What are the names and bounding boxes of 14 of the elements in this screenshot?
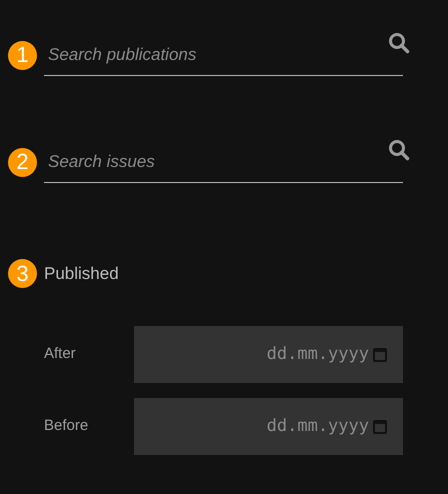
section-title: Published xyxy=(44,262,119,285)
search-field[interactable]: Search publications xyxy=(44,34,403,76)
date-field[interactable]: dd.mm.yyyy xyxy=(134,326,403,383)
date-placeholder: dd.mm.yyyy xyxy=(266,414,369,438)
step-badge: 3 xyxy=(8,259,37,288)
date-field[interactable]: dd.mm.yyyy xyxy=(134,398,403,455)
search-field[interactable]: Search issues xyxy=(44,141,403,183)
date-label: After xyxy=(44,344,77,364)
date-label: Before xyxy=(44,416,90,436)
search-icon[interactable] xyxy=(388,32,410,54)
step-badge: 1 xyxy=(8,40,37,70)
date-placeholder: dd.mm.yyyy xyxy=(266,342,369,366)
search-icon[interactable] xyxy=(388,139,410,161)
step-badge: 2 xyxy=(8,148,37,176)
